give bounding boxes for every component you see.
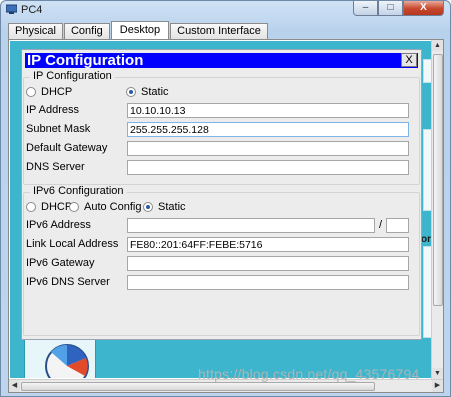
tab-physical[interactable]: Physical <box>8 23 63 39</box>
radio-button-selected[interactable] <box>126 87 136 97</box>
horizontal-scroll-thumb[interactable] <box>21 382 375 391</box>
radio-label: DHCP <box>41 201 73 213</box>
ipv6-group-label: IPv6 Configuration <box>30 185 127 197</box>
maximize-button[interactable]: □ <box>378 1 403 16</box>
dialog-close-button[interactable]: X <box>401 53 417 67</box>
desktop-pane: or IP Configuration X IP Configuration D… <box>8 39 444 393</box>
pc-app-icon <box>6 4 17 14</box>
ipv6-dns-server-label: IPv6 DNS Server <box>26 276 110 288</box>
scroll-left-arrow-icon[interactable]: ◀ <box>9 380 20 392</box>
side-panel-edge <box>423 59 431 83</box>
radio-button-selected[interactable] <box>143 202 153 212</box>
ipv6-static-radio[interactable]: Static <box>143 201 186 213</box>
ipv4-static-radio[interactable]: Static <box>126 86 169 98</box>
dns-server-field[interactable] <box>127 160 409 175</box>
link-local-address-label: Link Local Address <box>26 238 119 250</box>
ipv6-dhcp-radio[interactable]: DHCP <box>26 201 72 213</box>
tab-custom-interface[interactable]: Custom Interface <box>170 23 268 39</box>
radio-button[interactable] <box>26 87 36 97</box>
ip-address-field[interactable]: 10.10.10.13 <box>127 103 409 118</box>
close-window-button[interactable]: X <box>403 1 444 16</box>
traffic-generator-icon <box>45 344 89 378</box>
desktop-area: or IP Configuration X IP Configuration D… <box>10 41 431 378</box>
link-local-address-field[interactable]: FE80::201:64FF:FEBE:5716 <box>127 237 409 252</box>
minimize-button[interactable]: – <box>353 1 378 16</box>
side-panel-edge <box>423 246 431 338</box>
default-gateway-field[interactable] <box>127 141 409 156</box>
partial-desktop-label: or <box>421 234 431 245</box>
ipv6-gateway-label: IPv6 Gateway <box>26 257 95 269</box>
dialog-titlebar: IP Configuration X <box>25 52 418 69</box>
application-window: PC4 – □ X Physical Config Desktop Custom… <box>0 0 451 397</box>
window-titlebar[interactable]: PC4 – □ X <box>1 1 450 19</box>
ipv4-group-label: IP Configuration <box>30 70 115 82</box>
window-title: PC4 <box>21 4 43 16</box>
ipv6-dns-server-field[interactable] <box>127 275 409 290</box>
default-gateway-label: Default Gateway <box>26 142 108 154</box>
scroll-up-arrow-icon[interactable]: ▲ <box>432 40 443 51</box>
subnet-mask-label: Subnet Mask <box>26 123 91 135</box>
side-panel-edge <box>423 129 431 211</box>
ipv6-gateway-field[interactable] <box>127 256 409 271</box>
vertical-scroll-thumb[interactable] <box>433 54 443 306</box>
tab-config[interactable]: Config <box>63 23 110 39</box>
ipv6-prefix-field[interactable] <box>386 218 409 233</box>
ip-address-label: IP Address <box>26 104 79 116</box>
watermark-text: https://blog.csdn.net/qq_43576794 <box>198 366 420 382</box>
prefix-separator: / <box>379 219 383 231</box>
subnet-mask-field[interactable]: 255.255.255.128 <box>127 122 409 137</box>
ipv6-address-field[interactable] <box>127 218 375 233</box>
dialog-title: IP Configuration <box>27 52 144 69</box>
ip-configuration-dialog: IP Configuration X IP Configuration DHCP… <box>21 49 422 340</box>
radio-label: DHCP <box>41 86 73 98</box>
vertical-scrollbar[interactable]: ▲ ▼ <box>431 40 443 379</box>
desktop-app-tile[interactable] <box>24 335 96 378</box>
scroll-right-arrow-icon[interactable]: ▶ <box>432 380 443 392</box>
radio-button[interactable] <box>69 202 79 212</box>
tab-bar: Physical Config Desktop Custom Interface <box>8 21 269 39</box>
scroll-down-arrow-icon[interactable]: ▼ <box>432 368 443 379</box>
dns-server-label: DNS Server <box>26 161 85 173</box>
ipv6-address-label: IPv6 Address <box>26 219 91 231</box>
radio-label: Auto Config <box>84 201 142 213</box>
tab-desktop[interactable]: Desktop <box>110 21 170 39</box>
ipv6-auto-config-radio[interactable]: Auto Config <box>69 201 141 213</box>
ipv4-dhcp-radio[interactable]: DHCP <box>26 86 72 98</box>
radio-label: Static <box>141 86 169 98</box>
radio-label: Static <box>158 201 186 213</box>
radio-button[interactable] <box>26 202 36 212</box>
